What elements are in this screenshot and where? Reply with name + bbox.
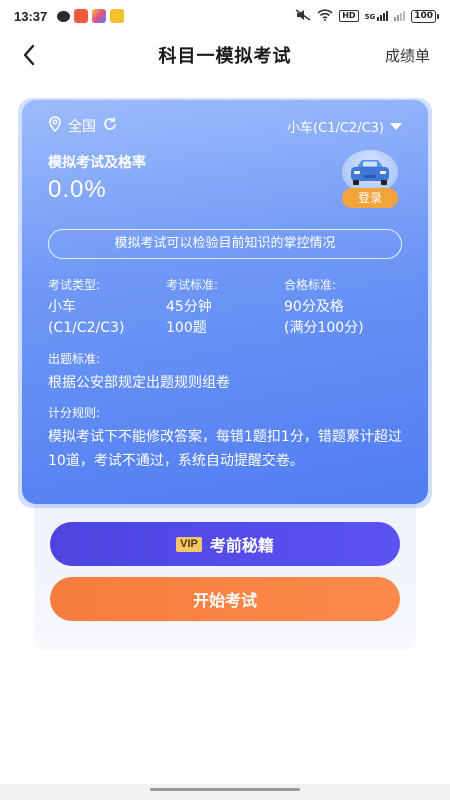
signal-icon	[394, 11, 406, 21]
info-value: (C1/C2/C3)	[48, 320, 125, 336]
system-nav-area	[0, 784, 450, 800]
user-avatar[interactable]: 登录	[340, 150, 400, 210]
info-value: 小车	[48, 299, 76, 315]
dropdown-triangle-icon	[390, 123, 402, 130]
info-exam-standard: 考试标准: 45分钟 100题	[166, 276, 284, 339]
question-standard-label: 出题标准:	[48, 352, 101, 366]
exam-info-grid: 考试类型: 小车 (C1/C2/C3) 考试标准: 45分钟 100题 合格标准…	[48, 276, 408, 339]
info-key: 考试类型:	[48, 278, 101, 292]
exam-tip: 模拟考试可以检验目前知识的掌控情况	[48, 229, 402, 259]
question-standard-value: 根据公安部规定出题规则组卷	[48, 375, 230, 391]
button-panel	[34, 490, 416, 650]
start-button-label: 开始考试	[192, 591, 257, 610]
page-title: 科目一模拟考试	[158, 46, 292, 67]
info-key: 合格标准:	[284, 278, 337, 292]
vip-badge-icon: VIP	[176, 536, 202, 552]
question-standard-block: 出题标准: 根据公安部规定出题规则组卷	[48, 350, 408, 395]
info-value: 45分钟	[166, 299, 212, 315]
mute-icon	[295, 8, 311, 24]
status-bar: 13:37 HD 5G 100	[0, 0, 450, 32]
info-value: 100题	[166, 320, 207, 336]
pass-rate-value: 0.0%	[48, 176, 107, 203]
app-icon-yellow	[110, 9, 125, 23]
status-indicators: HD 5G 100	[295, 8, 439, 24]
hd-badge: HD	[339, 10, 359, 22]
signal-5g-icon: 5G	[365, 11, 389, 21]
scoring-rule-block: 计分规则: 模拟考试下不能修改答案，每错1题扣1分，错题累计超过10道，考试不通…	[48, 404, 408, 473]
location-pin-icon	[48, 116, 62, 136]
info-value: 90分及格	[284, 299, 344, 315]
info-pass-standard: 合格标准: 90分及格 (满分100分)	[284, 276, 402, 339]
home-indicator[interactable]	[150, 788, 300, 791]
location-selector[interactable]: 全国	[48, 116, 118, 136]
refresh-icon[interactable]	[102, 116, 118, 136]
nav-bar: 科目一模拟考试 成绩单	[0, 32, 450, 78]
car-type-label: 小车(C1/C2/C3)	[287, 121, 384, 136]
info-key: 考试标准:	[166, 278, 219, 292]
wifi-icon	[317, 8, 333, 24]
exam-tips-vip-button[interactable]: VIP 考前秘籍	[50, 522, 400, 566]
battery-icon: 100	[411, 9, 439, 23]
exam-info-card: 全国 小车(C1/C2/C3) 模拟考试及格率 0.0% 登录 模拟考试可以检验…	[22, 100, 428, 504]
vip-button-label: 考前秘籍	[209, 536, 274, 555]
status-time: 13:37	[14, 8, 48, 24]
location-label: 全国	[68, 119, 96, 135]
wechat-icon	[57, 10, 71, 22]
scoring-rule-label: 计分规则:	[48, 406, 101, 420]
score-report-link[interactable]: 成绩单	[385, 45, 430, 66]
app-icon-colorful	[92, 9, 107, 23]
pass-rate-label: 模拟考试及格率	[48, 155, 146, 171]
login-button[interactable]: 登录	[342, 188, 398, 208]
back-icon[interactable]	[16, 42, 42, 68]
scoring-rule-value: 模拟考试下不能修改答案，每错1题扣1分，错题累计超过10道，考试不通过，系统自动…	[48, 429, 402, 469]
info-exam-type: 考试类型: 小车 (C1/C2/C3)	[48, 276, 166, 339]
car-type-selector[interactable]: 小车(C1/C2/C3)	[287, 117, 402, 136]
info-value: (满分100分)	[284, 320, 364, 336]
app-icon-red	[74, 9, 89, 23]
start-exam-button[interactable]: 开始考试	[50, 577, 400, 621]
signal-5g-label: 5G	[364, 13, 376, 21]
